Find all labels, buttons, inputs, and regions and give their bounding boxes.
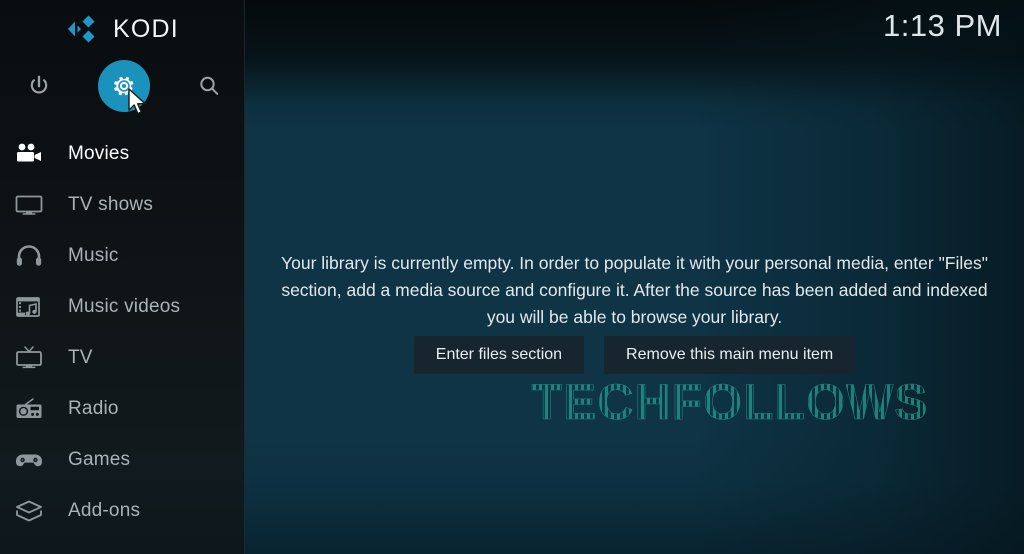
empty-library-message: Your library is currently empty. In orde… (281, 253, 988, 327)
action-button-row: Enter files section Remove this main men… (245, 336, 1024, 374)
settings-button[interactable] (98, 60, 150, 112)
remove-main-menu-item-button[interactable]: Remove this main menu item (604, 336, 856, 374)
sidebar-item-tv-shows[interactable]: TV shows (0, 179, 245, 230)
sidebar-item-label: Radio (68, 397, 119, 419)
television-icon (12, 194, 46, 216)
main-content: Your library is currently empty. In orde… (245, 0, 1024, 554)
sidebar: KODI Movies TV shows Music Music videos … (0, 0, 245, 554)
sidebar-item-tv[interactable]: TV (0, 332, 245, 383)
sidebar-menu: Movies TV shows Music Music videos TV Ra… (0, 128, 245, 536)
sidebar-item-label: Movies (68, 142, 130, 164)
sidebar-item-label: TV (68, 346, 93, 368)
sidebar-item-label: Music (68, 244, 119, 266)
power-button[interactable] (21, 68, 57, 104)
enter-files-section-button[interactable]: Enter files section (413, 336, 585, 374)
gear-icon (114, 76, 134, 96)
radio-icon (12, 397, 46, 421)
search-icon (200, 76, 219, 95)
sidebar-item-add-ons[interactable]: Add-ons (0, 485, 245, 536)
sidebar-item-radio[interactable]: Radio (0, 383, 245, 434)
sidebar-item-music[interactable]: Music (0, 230, 245, 281)
kodi-logo-icon (68, 15, 95, 43)
app-logo: KODI (0, 0, 245, 58)
sidebar-item-movies[interactable]: Movies (0, 128, 245, 179)
gamepad-icon (12, 449, 46, 471)
search-button[interactable] (191, 68, 227, 104)
power-icon (30, 75, 48, 94)
tv-antenna-icon (12, 345, 46, 370)
app-name: KODI (113, 14, 179, 43)
kodi-home-screen: TECHFOLLOWS 1:13 PM Your library is curr… (0, 0, 1024, 554)
sidebar-item-label: Games (68, 448, 131, 470)
sidebar-item-music-videos: Music videos (0, 281, 245, 332)
sidebar-item-label: Music videos (68, 295, 181, 317)
sidebar-item-games[interactable]: Games (0, 434, 245, 485)
sidebar-item-label: TV shows (68, 193, 154, 215)
headphones-icon (12, 244, 46, 267)
movie-camera-icon (12, 143, 46, 165)
addon-box-icon (12, 500, 46, 522)
sidebar-item-label: Add-ons (68, 499, 141, 521)
top-icon-row (0, 58, 245, 116)
film-note-icon (12, 296, 46, 318)
